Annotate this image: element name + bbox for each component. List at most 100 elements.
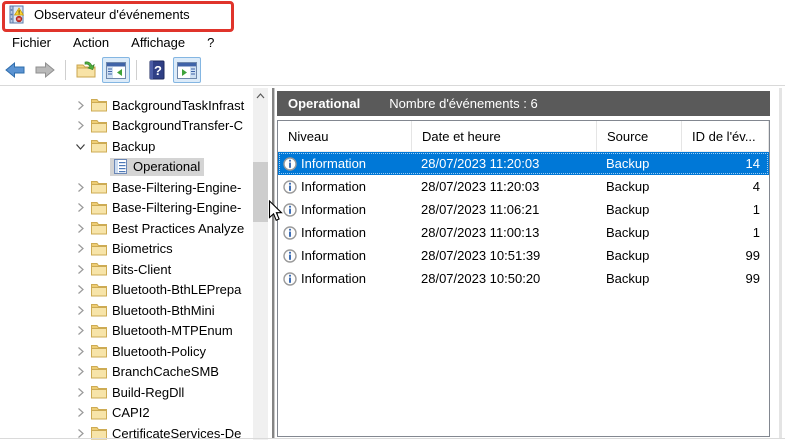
- tree-item[interactable]: Bits-Client: [72, 259, 175, 279]
- tree-item[interactable]: Biometrics: [72, 239, 177, 259]
- source-cell: Backup: [597, 248, 682, 263]
- tree-item[interactable]: Bluetooth-BthLEPrepa: [72, 280, 245, 300]
- log-icon: [111, 159, 129, 175]
- event-row[interactable]: Information 28/07/2023 10:51:39 Backup 9…: [278, 244, 769, 267]
- datetime-cell: 28/07/2023 11:20:03: [412, 156, 597, 171]
- tree-item-label: Backup: [112, 139, 155, 154]
- tree-item[interactable]: Build-RegDll: [72, 382, 188, 402]
- information-icon: [283, 203, 297, 217]
- chevron-icon[interactable]: [72, 281, 89, 298]
- chevron-icon[interactable]: [72, 179, 89, 196]
- menu-item[interactable]: Action: [62, 31, 120, 54]
- tree-item-label: Best Practices Analyze: [112, 221, 244, 236]
- pane-title: Operational: [288, 96, 360, 111]
- tree-item[interactable]: BackgroundTaskInfrast: [72, 95, 248, 115]
- event-id-cell: 14: [682, 156, 769, 171]
- tree-item[interactable]: Bluetooth-MTPEnum: [72, 321, 237, 341]
- column-header[interactable]: ID de l'év...: [682, 121, 769, 151]
- source-cell: Backup: [597, 271, 682, 286]
- event-row[interactable]: Information 28/07/2023 11:20:03 Backup 1…: [278, 152, 769, 175]
- event-row[interactable]: Information 28/07/2023 10:50:20 Backup 9…: [278, 267, 769, 290]
- tree-item-label: BackgroundTaskInfrast: [112, 98, 244, 113]
- chevron-icon[interactable]: [72, 261, 89, 278]
- datetime-cell: 28/07/2023 10:51:39: [412, 248, 597, 263]
- tree-item-label: Bluetooth-BthLEPrepa: [112, 282, 241, 297]
- forward-icon[interactable]: [31, 57, 59, 83]
- folder-icon: [90, 405, 108, 421]
- menu-item[interactable]: ?: [196, 31, 225, 54]
- event-id-cell: 99: [682, 271, 769, 286]
- tree-item-label: Base-Filtering-Engine-: [112, 200, 241, 215]
- chevron-icon[interactable]: [72, 404, 89, 421]
- level-cell: Information: [278, 248, 412, 263]
- menu-item[interactable]: Affichage: [120, 31, 196, 54]
- folder-icon: [90, 343, 108, 359]
- chevron-icon[interactable]: [72, 97, 89, 114]
- tree-item[interactable]: CAPI2: [72, 403, 154, 423]
- chevron-icon[interactable]: [72, 117, 89, 134]
- chevron-icon[interactable]: [72, 302, 89, 319]
- help-icon[interactable]: ?: [143, 57, 171, 83]
- chevron-icon[interactable]: [72, 240, 89, 257]
- panel-divider[interactable]: [272, 88, 275, 438]
- show-console-tree-icon[interactable]: [102, 57, 130, 83]
- toolbar-separator: [65, 60, 66, 80]
- toolbar: ?: [0, 55, 785, 86]
- datetime-cell: 28/07/2023 10:50:20: [412, 271, 597, 286]
- right-gutter: [779, 88, 782, 438]
- source-cell: Backup: [597, 202, 682, 217]
- export-folder-icon[interactable]: [72, 57, 100, 83]
- tree-item-label: Base-Filtering-Engine-: [112, 180, 241, 195]
- folder-icon: [90, 179, 108, 195]
- event-row[interactable]: Information 28/07/2023 11:06:21 Backup 1: [278, 198, 769, 221]
- chevron-icon[interactable]: [72, 363, 89, 380]
- column-header[interactable]: Date et heure: [412, 121, 597, 151]
- scroll-up-icon[interactable]: [253, 88, 268, 104]
- table-body: Information 28/07/2023 11:20:03 Backup 1…: [278, 152, 769, 290]
- column-header[interactable]: Niveau: [278, 121, 412, 151]
- chevron-icon[interactable]: [72, 220, 89, 237]
- column-header[interactable]: Source: [597, 121, 682, 151]
- information-icon: [283, 157, 297, 171]
- chevron-icon[interactable]: [72, 322, 89, 339]
- tree-item[interactable]: Operational: [93, 157, 204, 177]
- tree-item[interactable]: Base-Filtering-Engine-: [72, 177, 245, 197]
- back-icon[interactable]: [1, 57, 29, 83]
- source-cell: Backup: [597, 156, 682, 171]
- chevron-icon[interactable]: [72, 384, 89, 401]
- folder-icon: [90, 200, 108, 216]
- tree-item-label: Bluetooth-BthMini: [112, 303, 215, 318]
- information-icon: [283, 180, 297, 194]
- event-row[interactable]: Information 28/07/2023 11:00:13 Backup 1: [278, 221, 769, 244]
- folder-icon: [90, 261, 108, 277]
- information-icon: [283, 226, 297, 240]
- folder-icon: [90, 97, 108, 113]
- mouse-cursor: [268, 200, 283, 225]
- tree-item[interactable]: Bluetooth-Policy: [72, 341, 210, 361]
- chevron-icon[interactable]: [93, 158, 110, 175]
- scrollbar-thumb[interactable]: [253, 162, 268, 222]
- tree-item-label: BackgroundTransfer-C: [112, 118, 243, 133]
- chevron-icon[interactable]: [72, 138, 89, 155]
- tree-scrollbar[interactable]: [253, 88, 268, 440]
- tree-item[interactable]: Best Practices Analyze: [72, 218, 248, 238]
- tree-item[interactable]: Backup: [72, 136, 159, 156]
- tree-item[interactable]: Bluetooth-BthMini: [72, 300, 219, 320]
- tree-item[interactable]: Base-Filtering-Engine-: [72, 198, 245, 218]
- folder-icon: [90, 220, 108, 236]
- chevron-icon[interactable]: [72, 343, 89, 360]
- chevron-icon[interactable]: [72, 199, 89, 216]
- level-cell: Information: [278, 271, 412, 286]
- menu-item[interactable]: Fichier: [1, 31, 62, 54]
- folder-icon: [90, 138, 108, 154]
- folder-icon: [90, 323, 108, 339]
- source-cell: Backup: [597, 179, 682, 194]
- show-action-pane-icon[interactable]: [173, 57, 201, 83]
- tree-item[interactable]: BranchCacheSMB: [72, 362, 223, 382]
- event-row[interactable]: Information 28/07/2023 11:20:03 Backup 4: [278, 175, 769, 198]
- folder-icon: [90, 282, 108, 298]
- tree-item[interactable]: BackgroundTransfer-C: [72, 116, 247, 136]
- level-cell: Information: [278, 179, 412, 194]
- folder-icon: [90, 302, 108, 318]
- level-cell: Information: [278, 225, 412, 240]
